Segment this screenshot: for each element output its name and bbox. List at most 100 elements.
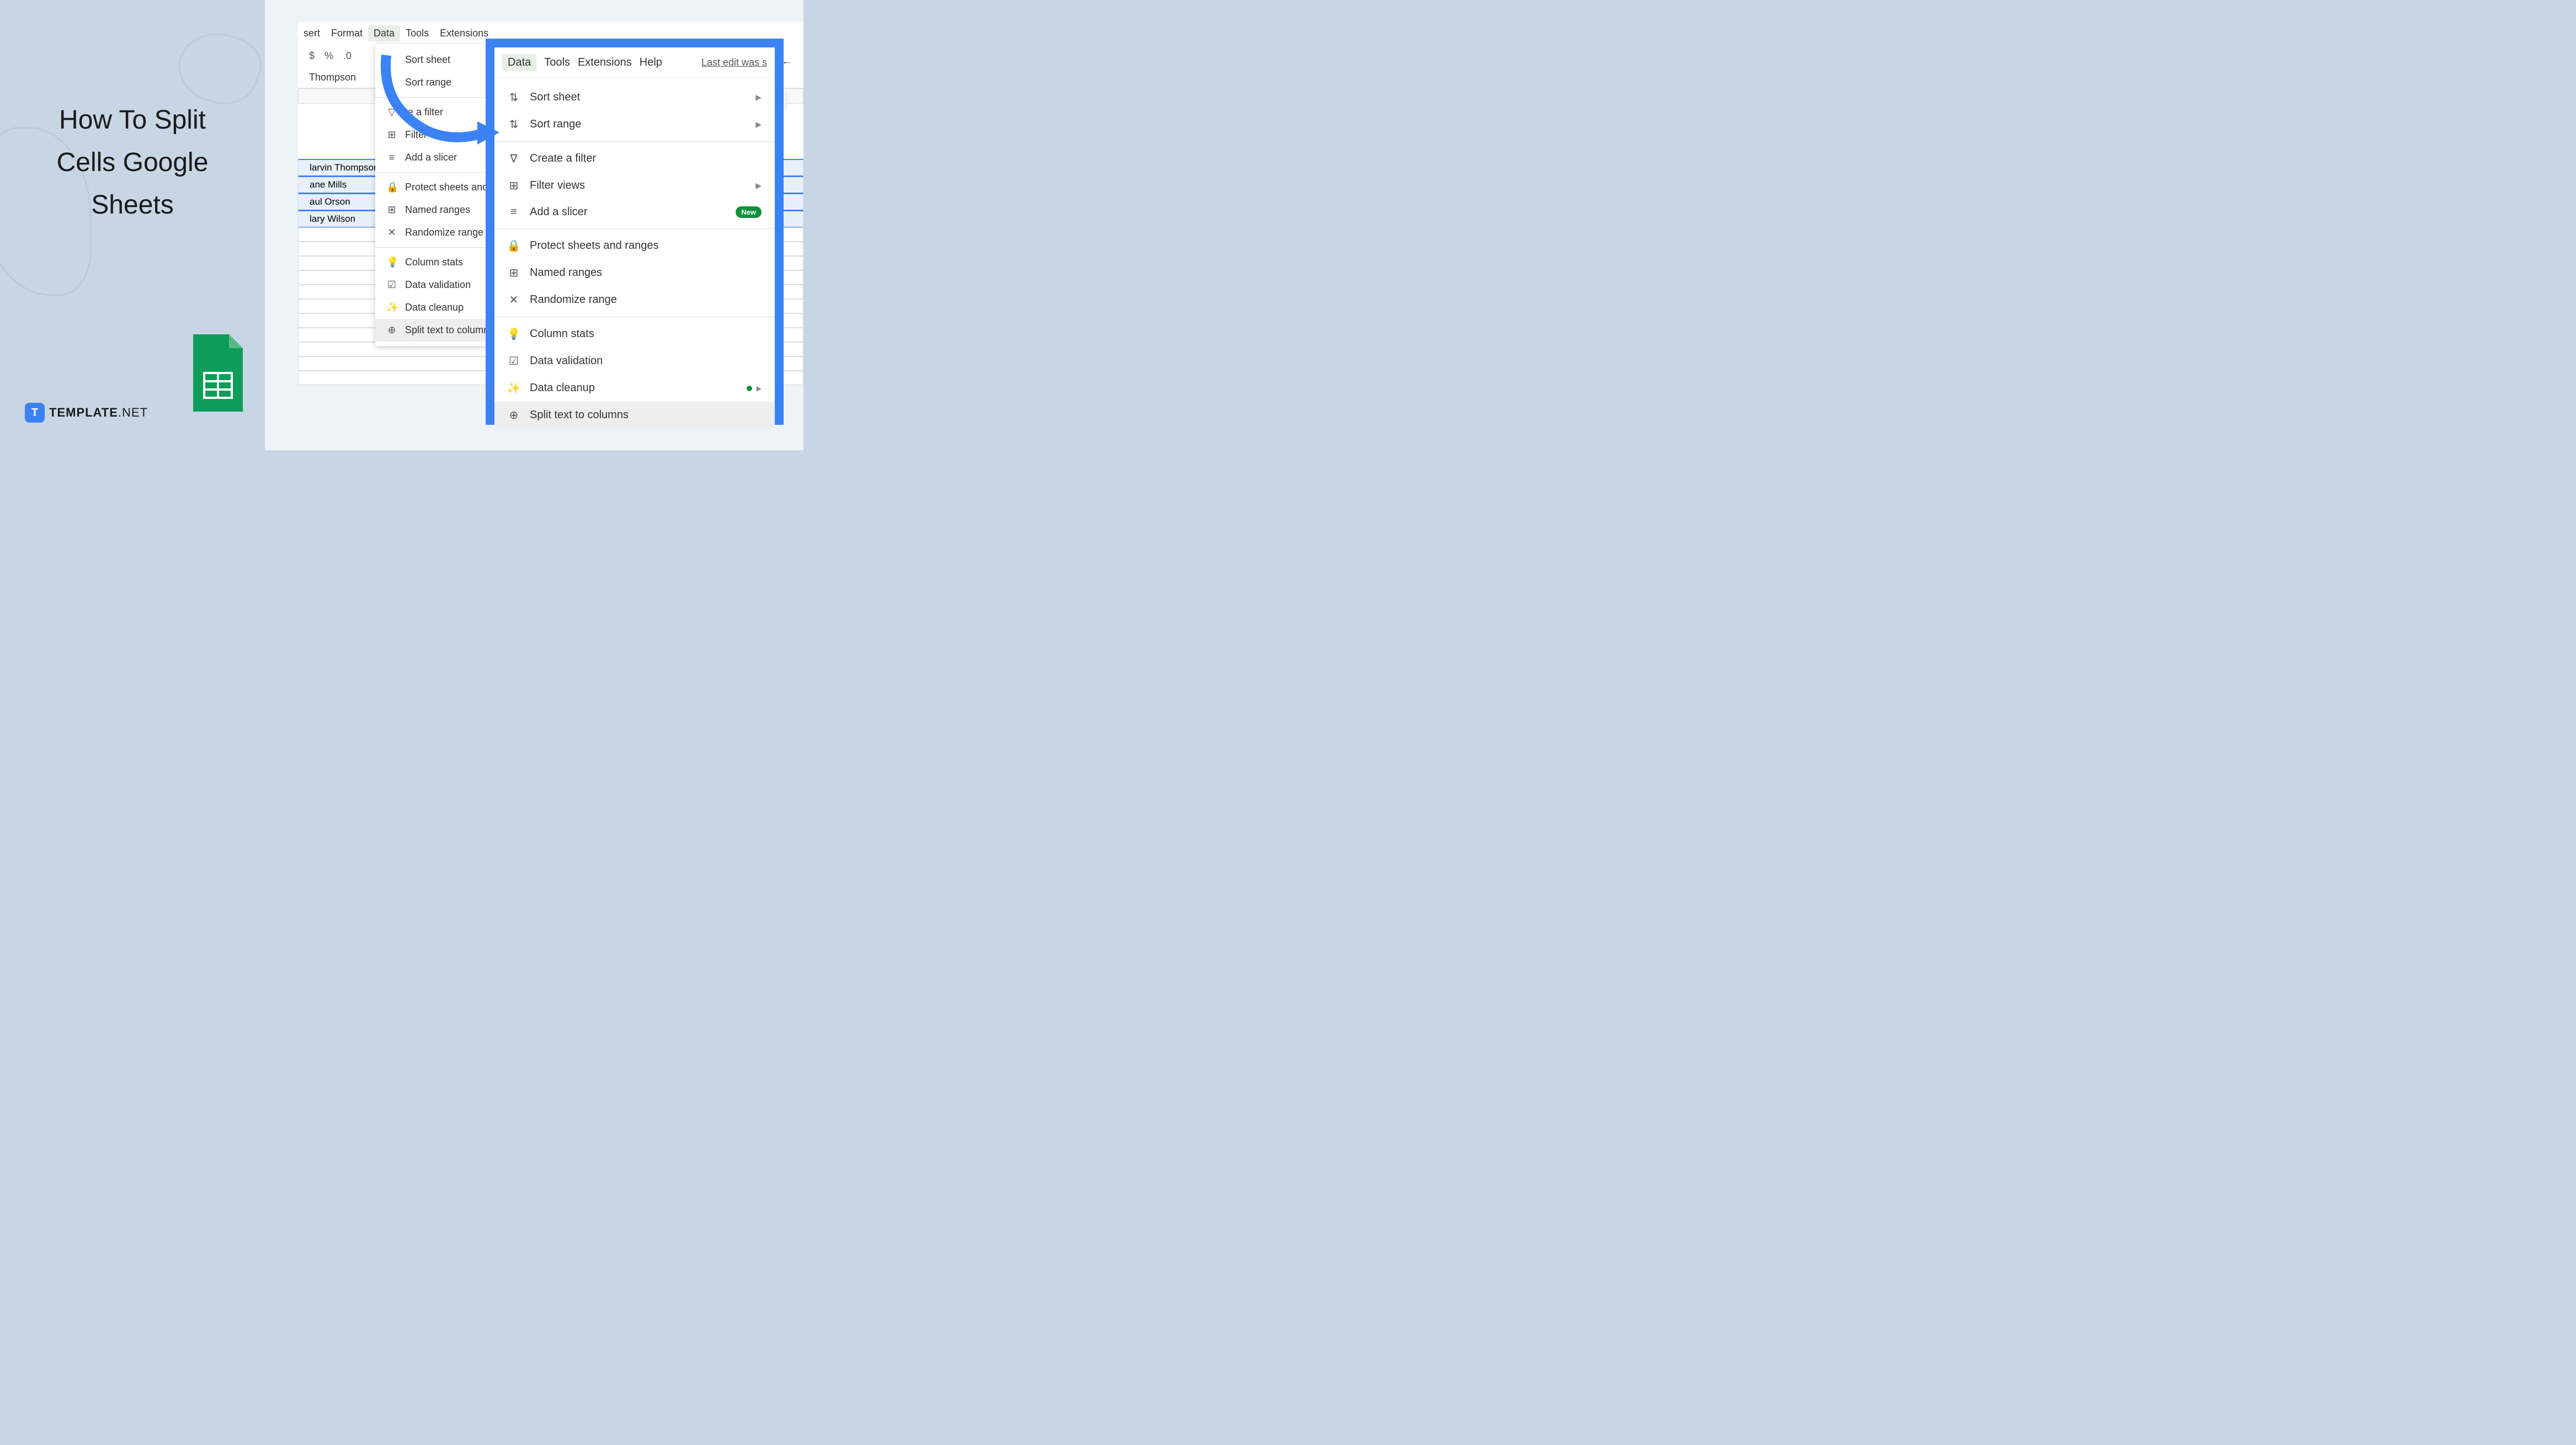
menu-tools[interactable]: Tools <box>544 56 570 69</box>
logo-text: TEMPLATE.NET <box>49 406 148 420</box>
menu-item-data-cleanup[interactable]: ✨ Data cleanup <box>375 296 502 319</box>
menu-label: Named ranges <box>530 266 602 279</box>
cleanup-icon: ✨ <box>508 381 520 395</box>
menu-icon: 💡 <box>386 257 397 268</box>
menu-data[interactable]: Data <box>368 25 400 41</box>
menu-separator <box>375 172 502 173</box>
random-icon: ✕ <box>508 293 520 307</box>
menu-item-randomize-range[interactable]: ✕ Randomize range <box>494 286 775 313</box>
menu-item-filter-views[interactable]: ⊞ Filter views ▶ <box>494 172 775 199</box>
menu-label: Column stats <box>530 328 594 340</box>
last-edit-link[interactable]: Last edit was s <box>701 57 767 68</box>
filter-icon: ∇ <box>508 152 520 166</box>
menu-icon: ▽ <box>386 106 397 118</box>
menu-label: Randomize range <box>530 294 617 306</box>
menu-icon: 🔒 <box>386 182 397 193</box>
menu-insert[interactable]: sert <box>298 25 326 41</box>
menu-item-sort-sheet[interactable]: Sort sheet <box>375 49 502 71</box>
menu-help[interactable]: Help <box>640 56 662 69</box>
menu-item-protect-sheets-and-ranges[interactable]: 🔒 Protect sheets and ranges <box>494 232 775 259</box>
menu-icon: ✨ <box>386 302 397 313</box>
menu-extensions[interactable]: Extensions <box>434 25 494 41</box>
stats-icon: 💡 <box>508 327 520 341</box>
logo-badge: T <box>25 403 45 423</box>
menu-item-sort-range[interactable]: Sort range <box>375 71 502 94</box>
menu-label: te a filter <box>405 106 443 118</box>
menu-item-split-text-to-column[interactable]: ⊕ Split text to column <box>375 319 502 342</box>
toolbar-decimal[interactable]: .0 <box>343 50 352 62</box>
menu-label: Add a slicer <box>530 206 588 218</box>
menu-item-sort-sheet[interactable]: ⇅Sort sheet▶ <box>494 84 775 111</box>
menu-label: Column stats <box>405 257 463 268</box>
sort-icon: ⇅ <box>508 90 520 104</box>
menu-icon: ⊞ <box>386 129 397 141</box>
hl-menubar: Data Tools Extensions Help Last edit was… <box>494 47 775 78</box>
menu-item-named-ranges[interactable]: ⊞ Named ranges <box>375 199 502 221</box>
menu-item-data-cleanup[interactable]: ✨ Data cleanup ▶ <box>494 375 775 402</box>
new-badge: New <box>736 206 762 218</box>
template-logo: T TEMPLATE.NET <box>25 403 148 423</box>
status-indicator: ▶ <box>747 385 762 392</box>
views-icon: ⊞ <box>508 179 520 193</box>
menu-icon: ⊞ <box>386 204 397 216</box>
toolbar-currency[interactable]: $ <box>309 50 315 62</box>
menu-label: Create a filter <box>530 152 596 165</box>
menu-item-filter-views[interactable]: ⊞ Filter views <box>375 124 502 146</box>
menu-item-randomize-range[interactable]: ✕ Randomize range <box>375 221 502 244</box>
menu-label: Randomize range <box>405 227 483 238</box>
menu-separator <box>375 247 502 248</box>
menu-data-active[interactable]: Data <box>502 54 536 71</box>
named-icon: ⊞ <box>508 266 520 280</box>
split-icon: ⊕ <box>508 408 520 422</box>
submenu-arrow-icon: ▶ <box>755 181 762 190</box>
menu-item-protect-sheets-and[interactable]: 🔒Protect sheets and <box>375 176 502 199</box>
menu-label: Data validation <box>530 355 603 367</box>
menu-item-add-a-slicer[interactable]: ≡ Add a slicer New <box>494 199 775 225</box>
sort-icon: ⇅ <box>508 118 520 131</box>
menu-item-data-validation[interactable]: ☑ Data validation <box>494 348 775 375</box>
menu-label: Named ranges <box>405 204 470 216</box>
right-panel: sert Format Data Tools Extensions $ % .0… <box>265 0 803 450</box>
menu-item-data-validation[interactable]: ☑Data validation <box>375 274 502 296</box>
menu-label: Filter views <box>405 129 455 141</box>
menu-icon: ⊕ <box>386 324 397 336</box>
menu-item-split-text-to-columns[interactable]: ⊕ Split text to columns <box>494 402 775 429</box>
menu-label: Split text to columns <box>530 409 629 422</box>
hl-data-menu: ⇅Sort sheet▶⇅Sort range▶∇Create a filter… <box>494 78 775 434</box>
menu-item-column-stats[interactable]: 💡 Column stats <box>494 321 775 348</box>
menu-label: Sort sheet <box>405 54 450 66</box>
menu-item-create-a-filter[interactable]: ∇ Create a filter <box>494 145 775 172</box>
menu-label: Sort range <box>530 118 581 131</box>
menu-item-sort-range[interactable]: ⇅ Sort range ▶ <box>494 111 775 138</box>
slicer-icon: ≡ <box>508 206 520 218</box>
menu-label: Split text to column <box>405 324 489 336</box>
menu-label: Filter views <box>530 179 585 192</box>
menu-extensions[interactable]: Extensions <box>578 56 632 69</box>
menu-item-te-a-filter[interactable]: ▽ te a filter <box>375 101 502 124</box>
valid-icon: ☑ <box>508 354 520 368</box>
page-title: How To Split Cells Google Sheets <box>39 99 226 226</box>
menu-format[interactable]: Format <box>326 25 368 41</box>
lock-icon: 🔒 <box>508 239 520 253</box>
menu-label: Add a slicer <box>405 152 457 163</box>
highlighted-menu: Data Tools Extensions Help Last edit was… <box>486 39 784 425</box>
toolbar-percent[interactable]: % <box>324 50 333 62</box>
menu-item-named-ranges[interactable]: ⊞ Named ranges <box>494 259 775 286</box>
menu-label: Data cleanup <box>405 302 464 313</box>
menu-label: Sort range <box>405 77 451 88</box>
submenu-arrow-icon: ▶ <box>755 120 762 129</box>
menu-label: Protect sheets and ranges <box>530 239 658 252</box>
menu-tools[interactable]: Tools <box>400 25 434 41</box>
menu-separator <box>375 97 502 98</box>
left-panel: How To Split Cells Google Sheets T TEMPL… <box>0 0 265 450</box>
menu-separator <box>494 141 775 142</box>
menu-icon: ≡ <box>386 152 397 163</box>
menu-icon: ✕ <box>386 227 397 238</box>
menu-item-column-stats[interactable]: 💡 Column stats <box>375 251 502 274</box>
menu-label: Data cleanup <box>530 382 595 394</box>
google-sheets-icon <box>188 332 248 417</box>
submenu-arrow-icon: ▶ <box>755 93 762 102</box>
bg-data-menu: Sort sheet Sort range ▽ te a filter ⊞ Filter … <box>375 44 502 346</box>
menu-separator <box>494 228 775 229</box>
menu-item-add-a-slicer[interactable]: ≡ Add a slicer <box>375 146 502 169</box>
